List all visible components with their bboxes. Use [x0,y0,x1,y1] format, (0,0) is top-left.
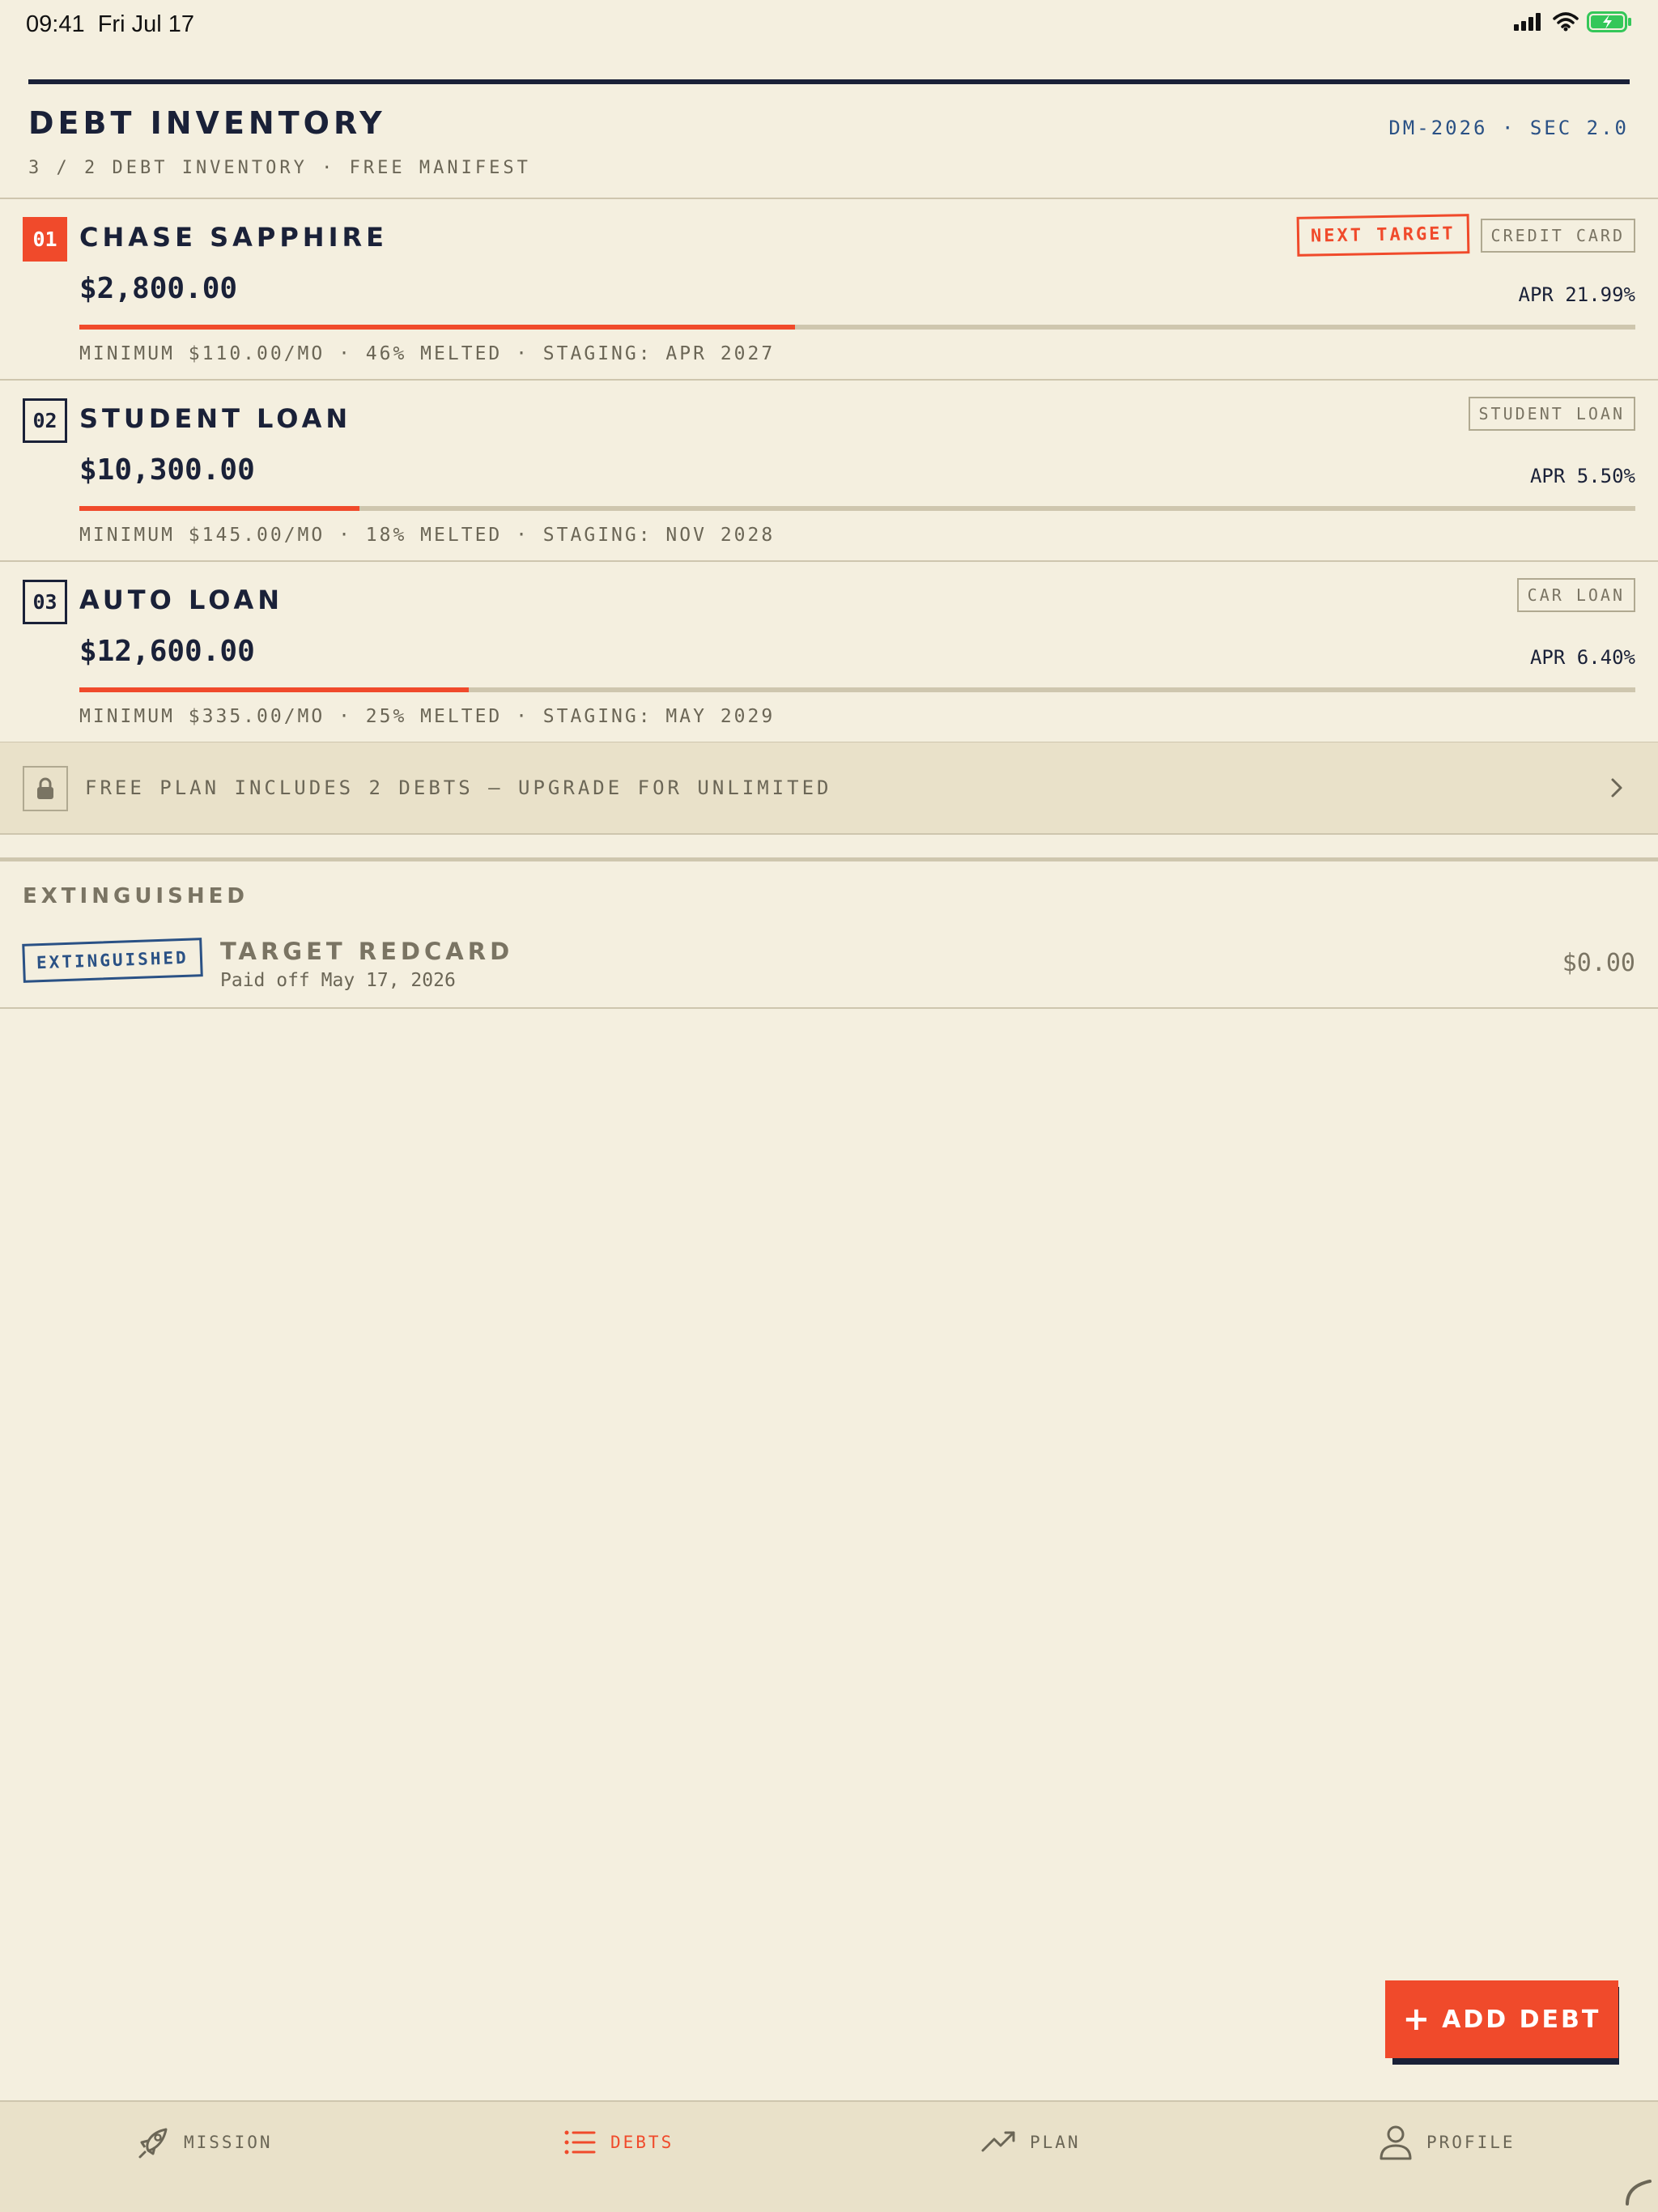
debt-type-tag: STUDENT LOAN [1468,397,1635,431]
chevron-right-icon [1611,778,1622,798]
debt-type-tag: CREDIT CARD [1480,218,1635,253]
debt-apr: APR 21.99% [1518,283,1636,306]
extinguished-debt-row[interactable]: EXTINGUISHED TARGET REDCARD Paid off May… [0,923,1658,1009]
tab-label: PLAN [1030,2133,1081,2152]
extinguished-amount: $0.00 [1562,949,1635,977]
tab-label: DEBTS [610,2133,674,2152]
list-icon [564,2130,596,2155]
status-time: 09:41 Fri Jul 17 [26,11,194,38]
melt-progress-bar [79,325,1635,330]
paid-off-date: Paid off May 17, 2026 [220,970,456,991]
debt-meta: MINIMUM $110.00/MO · 46% MELTED · STAGIN… [79,343,776,364]
debt-name: AUTO LOAN [79,585,284,615]
upgrade-banner[interactable]: FREE PLAN INCLUDES 2 DEBTS — UPGRADE FOR… [0,742,1658,835]
trend-up-icon [981,2131,1015,2152]
debt-card-chase-sapphire[interactable]: 01 CHASE SAPPHIRE NEXT TARGET CREDIT CAR… [0,199,1658,381]
debt-meta: MINIMUM $145.00/MO · 18% MELTED · STAGIN… [79,525,776,546]
debt-number-badge: 01 [23,217,67,262]
debt-type-tag: CAR LOAN [1516,578,1635,612]
extinguished-stamp: EXTINGUISHED [22,938,203,983]
tab-profile[interactable]: PROFILE [1376,2123,1516,2162]
debt-number-badge: 03 [23,580,67,624]
melt-progress-fill [79,506,359,511]
add-debt-button[interactable]: + ADD DEBT [1385,1980,1618,2058]
extinguished-debt-name: TARGET REDCARD [220,938,514,965]
lock-icon [23,766,68,811]
upgrade-text: FREE PLAN INCLUDES 2 DEBTS — UPGRADE FOR… [85,776,832,799]
tab-debts[interactable]: DEBTS [560,2123,674,2162]
cellular-signal-icon [1514,13,1541,31]
debt-meta: MINIMUM $335.00/MO · 25% MELTED · STAGIN… [79,706,776,727]
debt-tags: CAR LOAN [1516,578,1635,612]
melt-progress-bar [79,506,1635,511]
status-clock: 09:41 [26,11,85,37]
debt-tags: STUDENT LOAN [1468,397,1635,431]
debt-number-badge: 02 [23,398,67,443]
debt-name: STUDENT LOAN [79,403,352,434]
debt-tags: NEXT TARGET CREDIT CARD [1296,214,1635,257]
rocket-icon [138,2128,168,2159]
page-title: DEBT INVENTORY [28,105,386,141]
next-target-stamp: NEXT TARGET [1296,214,1469,257]
tab-bar: MISSION DEBTS PLAN PROFILE [0,2100,1658,2212]
tab-label: MISSION [184,2133,273,2152]
person-icon [1380,2125,1412,2160]
wifi-icon [1553,12,1579,32]
add-debt-label: ADD DEBT [1442,2005,1601,2034]
plus-icon: + [1402,2001,1433,2038]
debt-card-auto-loan[interactable]: 03 AUTO LOAN CAR LOAN $12,600.00 APR 6.4… [0,562,1658,743]
debt-balance: $10,300.00 [79,453,255,487]
melt-progress-fill [79,325,796,330]
section-divider [0,857,1658,861]
debt-name: CHASE SAPPHIRE [79,222,388,253]
tab-mission[interactable]: MISSION [134,2123,273,2162]
debt-card-student-loan[interactable]: 02 STUDENT LOAN STUDENT LOAN $10,300.00 … [0,381,1658,562]
inventory-subtitle: 3 / 2 DEBT INVENTORY · FREE MANIFEST [28,158,531,178]
header-rule [28,79,1630,84]
melt-progress-bar [79,687,1635,692]
resize-handle-icon [1626,2180,1652,2206]
debt-apr: APR 6.40% [1529,646,1635,669]
debt-apr: APR 5.50% [1529,465,1635,487]
status-date: Fri Jul 17 [97,11,194,37]
battery-charging-icon [1587,11,1631,32]
tab-label: PROFILE [1426,2133,1516,2152]
debt-balance: $2,800.00 [79,272,238,305]
tab-plan[interactable]: PLAN [980,2123,1081,2162]
status-icons [1514,11,1632,32]
extinguished-heading: EXTINGUISHED [23,884,249,908]
doc-code: DM-2026 · SEC 2.0 [1388,117,1629,139]
debt-balance: $12,600.00 [79,635,255,668]
melt-progress-fill [79,687,469,692]
status-bar: 09:41 Fri Jul 17 [0,0,1658,53]
